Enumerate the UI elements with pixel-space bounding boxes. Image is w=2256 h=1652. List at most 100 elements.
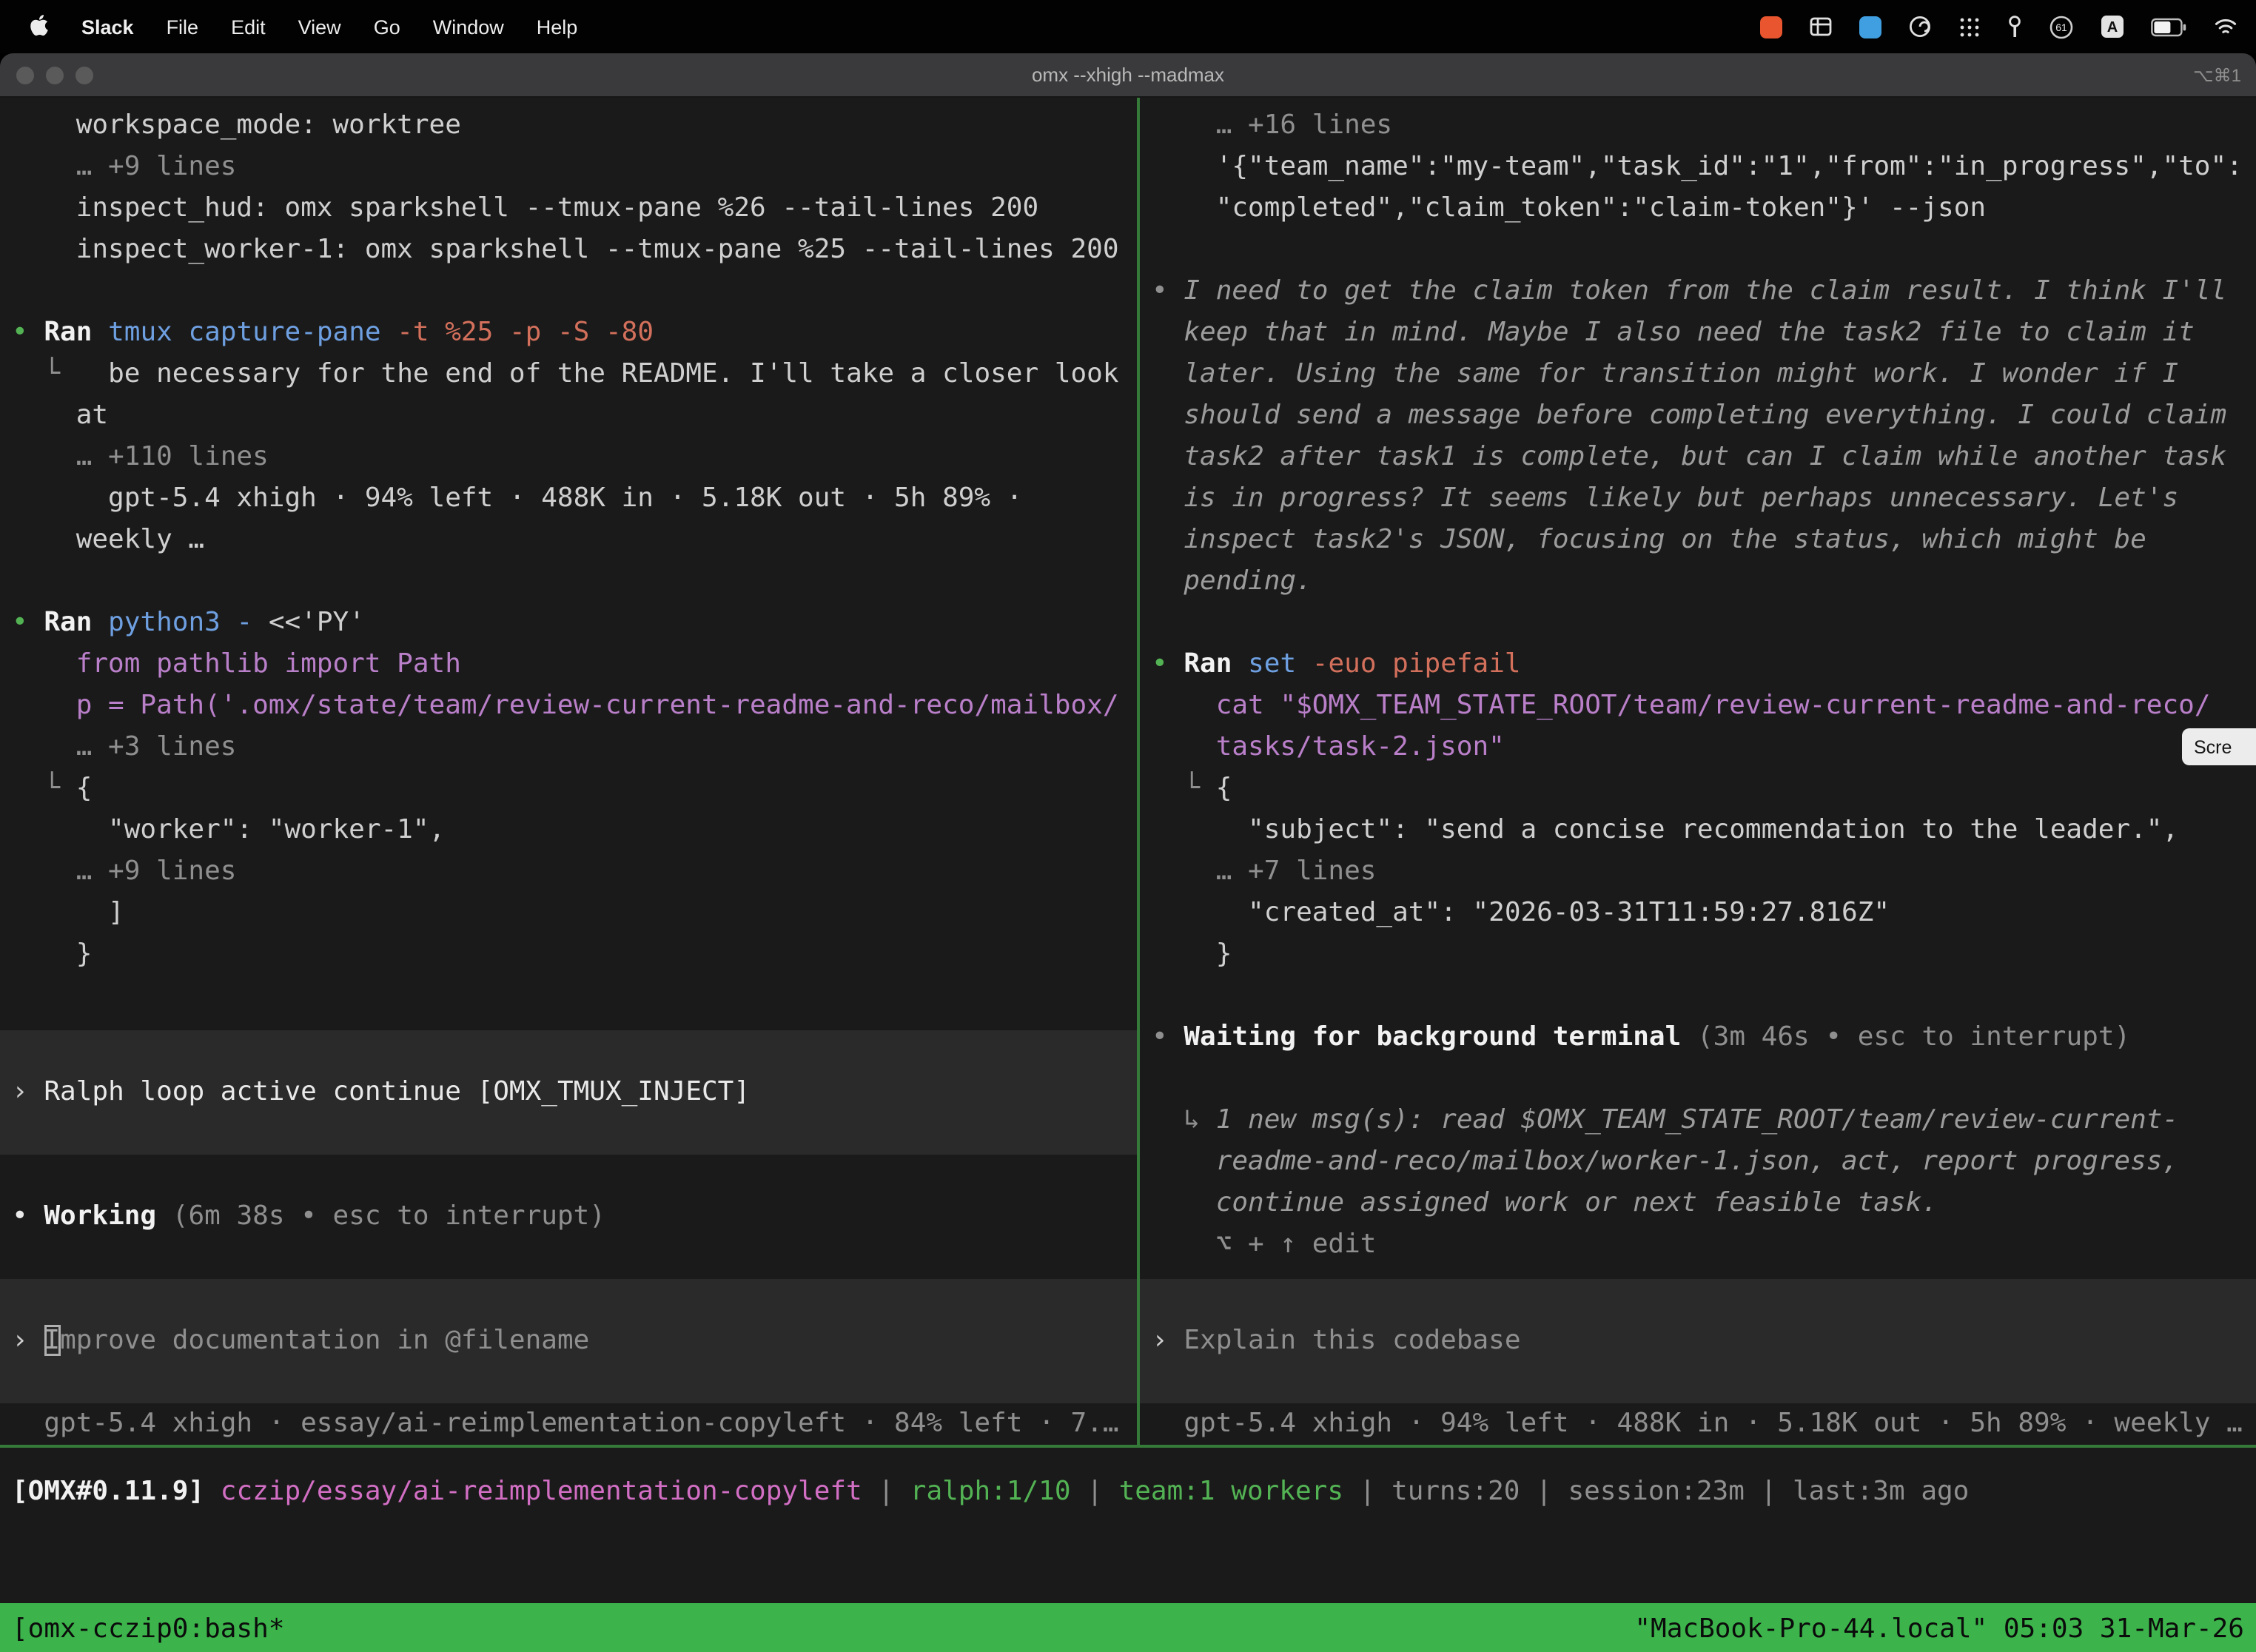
terminal-line <box>0 561 1137 602</box>
terminal-line: gpt-5.4 xhigh · 94% left · 488K in · 5.1… <box>0 478 1137 520</box>
terminal-line: ⌥ + ↑ edit <box>1140 1224 2256 1266</box>
screen: Slack File Edit View Go Window Help <box>0 0 2256 1652</box>
tmux-panes: workspace_mode: worktree … +9 lines insp… <box>0 98 2256 1445</box>
terminal-line: • Ran tmux capture-pane -t %25 -p -S -80 <box>0 312 1137 354</box>
left-scrollback: workspace_mode: worktree … +9 lines insp… <box>0 98 1137 1030</box>
window-title: omx --xhigh --madmax <box>0 64 2256 86</box>
terminal-line: … +9 lines <box>0 851 1137 893</box>
window-shortcut: ⌥⌘1 <box>2193 64 2241 85</box>
composer-input[interactable]: › Explain this codebase <box>1140 1279 2256 1403</box>
menu-item-app[interactable]: Slack <box>81 16 134 38</box>
dots-grid-icon[interactable] <box>1958 16 1981 38</box>
terminal-line: tasks/task-2.json" <box>1140 727 2256 768</box>
terminal-line: └ be necessary for the end of the README… <box>0 354 1137 395</box>
terminal-line <box>1140 1362 2256 1403</box>
terminal-line <box>1140 1058 2256 1100</box>
terminal-line: from pathlib import Path <box>0 644 1137 685</box>
terminal-line: at <box>0 395 1137 437</box>
terminal-line: task2 after task1 is complete, but can I… <box>1140 437 2256 478</box>
terminal-line: weekly … <box>0 520 1137 561</box>
terminal-line: readme-and-reco/mailbox/worker-1.json, a… <box>1140 1141 2256 1183</box>
menu-item-edit[interactable]: Edit <box>231 16 266 38</box>
terminal-line: • Ran set -euo pipefail <box>1140 644 2256 685</box>
terminal-line: } <box>0 934 1137 976</box>
terminal-line: pending. <box>1140 561 2256 602</box>
terminal-line <box>1140 602 2256 644</box>
spacer <box>0 1238 1137 1279</box>
terminal-line: … +110 lines <box>0 437 1137 478</box>
terminal-line: › Improve documentation in @filename <box>0 1320 1137 1362</box>
right-scrollback: … +16 lines '{"team_name":"my-team","tas… <box>1140 98 2256 1279</box>
terminal-line <box>0 271 1137 312</box>
model-status-line: gpt-5.4 xhigh · essay/ai-reimplementatio… <box>0 1403 1137 1445</box>
terminal-line: "subject": "send a concise recommendatio… <box>1140 810 2256 851</box>
tmux-pane-right[interactable]: … +16 lines '{"team_name":"my-team","tas… <box>1140 98 2256 1445</box>
terminal-line <box>1140 976 2256 1017</box>
terminal-line: continue assigned work or next feasible … <box>1140 1183 2256 1224</box>
terminal-line: ↳ 1 new msg(s): read $OMX_TEAM_STATE_ROO… <box>1140 1100 2256 1141</box>
terminal-line <box>0 1279 1137 1320</box>
terminal-line: └ { <box>0 768 1137 810</box>
terminal-line: └ { <box>1140 768 2256 810</box>
terminal-line <box>1140 229 2256 271</box>
terminal-line: keep that in mind. Maybe I also need the… <box>1140 312 2256 354</box>
model-status-line: gpt-5.4 xhigh · 94% left · 488K in · 5.1… <box>1140 1403 2256 1445</box>
menu-item-go[interactable]: Go <box>374 16 400 38</box>
svg-text:A: A <box>2107 19 2118 36</box>
menu-item-file[interactable]: File <box>167 16 199 38</box>
terminal-line: [OMX#0.11.9] cczip/essay/ai-reimplementa… <box>0 1471 2256 1513</box>
terminal-line: inspect task2's JSON, focusing on the st… <box>1140 520 2256 561</box>
tmux-session-label: [omx-cczip0:bash* <box>12 1613 284 1644</box>
tmux-host-clock: "MacBook-Pro-44.local" 05:03 31-Mar-26 <box>1634 1613 2244 1644</box>
terminal-line: … +3 lines <box>0 727 1137 768</box>
tooltip: Scre <box>2182 728 2256 765</box>
terminal-line: "completed","claim_token":"claim-token"}… <box>1140 188 2256 229</box>
terminal-line: inspect_worker-1: omx sparkshell --tmux-… <box>0 229 1137 271</box>
terminal-line <box>0 1362 1137 1403</box>
terminal-line: … +7 lines <box>1140 851 2256 893</box>
terminal-line: … +16 lines <box>1140 105 2256 147</box>
terminal-line: • I need to get the claim token from the… <box>1140 271 2256 312</box>
terminal-line: workspace_mode: worktree <box>0 105 1137 147</box>
terminal-line: is in progress? It seems likely but perh… <box>1140 478 2256 520</box>
wifi-icon[interactable] <box>2213 16 2238 37</box>
menu-item-view[interactable]: View <box>298 16 341 38</box>
menu-bar: Slack File Edit View Go Window Help <box>0 0 2256 53</box>
inject-banner: › Ralph loop active continue [OMX_TMUX_I… <box>0 1030 1137 1155</box>
terminal-line: gpt-5.4 xhigh · essay/ai-reimplementatio… <box>0 1403 1137 1445</box>
terminal-line: "worker": "worker-1", <box>0 810 1137 851</box>
terminal-line: "created_at": "2026-03-31T11:59:27.816Z" <box>1140 893 2256 934</box>
terminal-line: should send a message before completing … <box>1140 395 2256 437</box>
terminal-line: p = Path('.omx/state/team/review-current… <box>0 685 1137 727</box>
terminal-line: } <box>1140 934 2256 976</box>
terminal-line <box>0 1030 1137 1072</box>
spacer <box>0 1155 1137 1196</box>
menu-bar-left: Slack File Edit View Go Window Help <box>0 13 577 41</box>
apple-menu-icon[interactable] <box>30 13 49 41</box>
key-icon[interactable] <box>2007 15 2022 38</box>
battery-icon[interactable] <box>2151 17 2186 36</box>
blue-app-icon[interactable] <box>1859 16 1881 38</box>
spiral-app-icon[interactable] <box>1908 15 1932 38</box>
battery-gauge-icon[interactable]: 61 <box>2049 14 2074 39</box>
menu-item-window[interactable]: Window <box>433 16 504 38</box>
terminal-line: • Working (6m 38s • esc to interrupt) <box>0 1196 1137 1238</box>
omx-status-pane: [OMX#0.11.9] cczip/essay/ai-reimplementa… <box>0 1445 2256 1603</box>
menu-bar-status: 61 A <box>1760 14 2256 39</box>
terminal-line <box>1140 1279 2256 1320</box>
table-icon[interactable] <box>1809 15 1833 38</box>
title-bar[interactable]: omx --xhigh --madmax ⌥⌘1 <box>0 53 2256 98</box>
menu-item-help[interactable]: Help <box>537 16 578 38</box>
tmux-status-bar: [omx-cczip0:bash* "MacBook-Pro-44.local"… <box>0 1603 2256 1652</box>
input-source-icon[interactable]: A <box>2101 15 2124 38</box>
composer-input[interactable]: › Improve documentation in @filename <box>0 1279 1137 1403</box>
terminal-line: • Ran python3 - <<'PY' <box>0 602 1137 644</box>
terminal-line: › Ralph loop active continue [OMX_TMUX_I… <box>0 1072 1137 1113</box>
terminal-line: ] <box>0 893 1137 934</box>
terminal-line: cat "$OMX_TEAM_STATE_ROOT/team/review-cu… <box>1140 685 2256 727</box>
svg-text:61: 61 <box>2055 21 2067 33</box>
screen-recording-indicator-icon[interactable] <box>1760 16 1782 38</box>
omx-status-line: [OMX#0.11.9] cczip/essay/ai-reimplementa… <box>0 1471 2256 1513</box>
tmux-pane-left[interactable]: workspace_mode: worktree … +9 lines insp… <box>0 98 1137 1445</box>
terminal-line <box>0 1113 1137 1155</box>
